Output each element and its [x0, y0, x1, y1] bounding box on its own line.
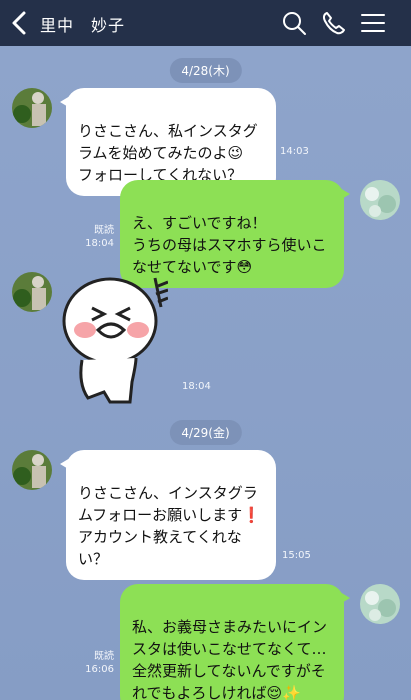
message-bubble: え、すごいですね！ うちの母はスマホすら使いこなせてないです😳: [120, 180, 350, 288]
menu-icon[interactable]: [360, 10, 386, 36]
phone-icon[interactable]: [321, 10, 347, 36]
chat-header: 里中 妙子: [0, 0, 411, 46]
message-time: 14:03: [280, 146, 309, 157]
message-text: え、すごいですね！ うちの母はスマホすら使いこなせてないです😳: [132, 214, 327, 276]
message-text: りさこさん、インスタグラムフォローお願いします❗ アカウント教えてくれない？: [78, 484, 261, 568]
message-time: 16:06: [85, 664, 114, 675]
contact-avatar[interactable]: [12, 88, 52, 128]
back-arrow-icon[interactable]: [8, 10, 30, 36]
user-avatar[interactable]: [360, 180, 400, 220]
message-meta: 既読 16:06: [82, 650, 114, 676]
chat-area[interactable]: 4/28(木) りさこさん、私インスタグラムを始めてみたのよ😉 フォローしてくれ…: [0, 46, 411, 700]
message-text: 私、お義母さまみたいにインスタは使いこなせてなくて…全然更新してないんですがそれ…: [132, 618, 328, 700]
read-receipt: 既読: [94, 651, 114, 662]
message-time: 15:05: [282, 550, 311, 561]
date-separator: 4/28(木): [169, 58, 242, 83]
message-bubble: りさこさん、インスタグラムフォローお願いします❗ アカウント教えてくれない？: [60, 450, 276, 580]
read-receipt: 既読: [94, 225, 114, 236]
user-avatar[interactable]: [360, 584, 400, 624]
message-meta: 既読 18:04: [82, 224, 114, 250]
search-icon[interactable]: [281, 10, 307, 36]
chat-title: 里中 妙子: [40, 16, 126, 35]
message-time: 18:04: [85, 238, 114, 249]
contact-avatar[interactable]: [12, 272, 52, 312]
sticker-image[interactable]: [58, 274, 168, 404]
message-time: 18:04: [182, 381, 211, 392]
contact-avatar[interactable]: [12, 450, 52, 490]
date-separator: 4/29(金): [169, 420, 242, 445]
message-text: りさこさん、私インスタグラムを始めてみたのよ😉 フォローしてくれない？: [78, 122, 258, 184]
message-bubble: 私、お義母さまみたいにインスタは使いこなせてなくて…全然更新してないんですがそれ…: [120, 584, 350, 700]
